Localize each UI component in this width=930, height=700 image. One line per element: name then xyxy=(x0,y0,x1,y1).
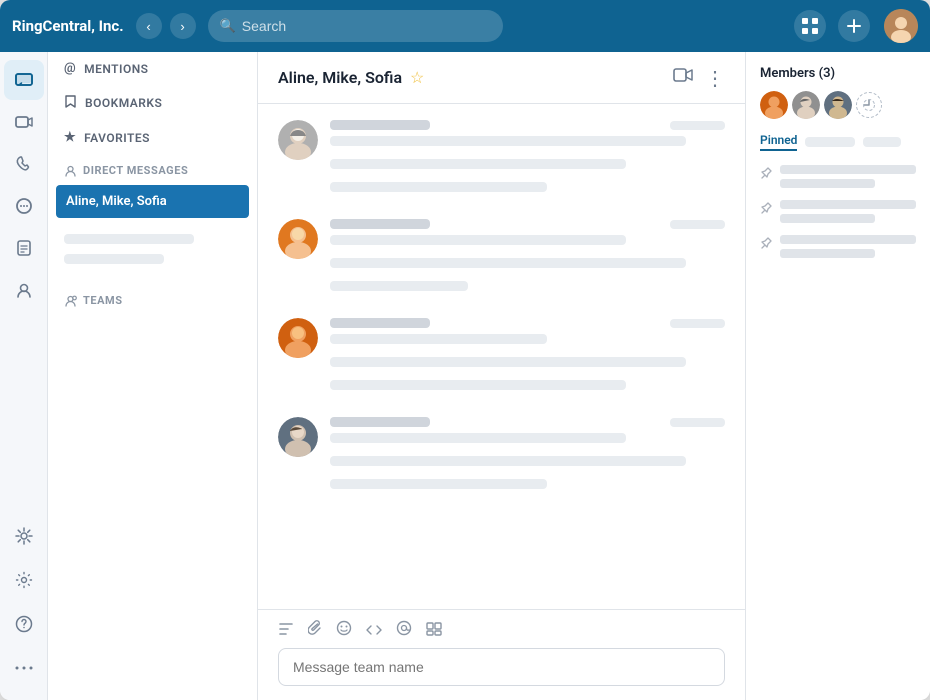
sidebar-icon-chat[interactable] xyxy=(4,186,44,226)
member-avatar-2[interactable] xyxy=(792,91,820,119)
pinned-item-1 xyxy=(760,165,916,188)
message-content-4 xyxy=(330,417,725,496)
msg-name-2 xyxy=(330,219,430,229)
sidebar-panel: @ MENTIONS BOOKMARKS ★ FAVORITES DIRECT … xyxy=(48,52,258,700)
sidebar-icon-help[interactable] xyxy=(4,604,44,644)
message-avatar-4 xyxy=(278,417,318,457)
msg-name-4 xyxy=(330,417,430,427)
format-icon[interactable] xyxy=(278,621,294,640)
add-member-button[interactable] xyxy=(856,92,882,118)
message-avatar-1 xyxy=(278,120,318,160)
sidebar-icon-tasks[interactable] xyxy=(4,228,44,268)
message-row xyxy=(278,219,725,298)
message-row xyxy=(278,120,725,199)
chat-header: Aline, Mike, Sofia ☆ ⋮ xyxy=(258,52,745,104)
app-header: RingCentral, Inc. ‹ › 🔍 xyxy=(0,0,930,52)
mention-icon[interactable] xyxy=(396,620,412,640)
active-dm-item[interactable]: Aline, Mike, Sofia xyxy=(56,185,249,218)
message-content-1 xyxy=(330,120,725,199)
favorites-icon: ★ xyxy=(64,130,76,145)
pinned-tab-2[interactable] xyxy=(805,137,855,147)
teams-header: TEAMS xyxy=(48,284,257,313)
apps-icon xyxy=(801,17,819,35)
pinned-lines-3 xyxy=(780,235,916,258)
app-body: @ MENTIONS BOOKMARKS ★ FAVORITES DIRECT … xyxy=(0,52,930,700)
chat-title: Aline, Mike, Sofia xyxy=(278,68,402,87)
composer-input[interactable] xyxy=(278,648,725,686)
composer xyxy=(258,609,745,700)
attach-icon[interactable] xyxy=(308,620,322,640)
main-chat: Aline, Mike, Sofia ☆ ⋮ xyxy=(258,52,745,700)
plus-icon xyxy=(846,18,862,34)
sidebar-icon-phone[interactable] xyxy=(4,144,44,184)
sidebar-icon-contacts[interactable] xyxy=(4,270,44,310)
more-tools-icon[interactable] xyxy=(426,621,442,640)
sidebar-icon-video[interactable] xyxy=(4,102,44,142)
pin-icon-3 xyxy=(760,237,772,254)
user-avatar[interactable] xyxy=(884,9,918,43)
sidebar-icon-settings[interactable] xyxy=(4,560,44,600)
message-content-3 xyxy=(330,318,725,397)
nav-forward-button[interactable]: › xyxy=(170,13,196,39)
msg-time-3 xyxy=(670,319,725,328)
apps-button[interactable] xyxy=(794,10,826,42)
star-icon[interactable]: ☆ xyxy=(410,68,424,87)
pin-icon-1 xyxy=(760,167,772,184)
sidebar-icons xyxy=(0,52,48,700)
members-avatars xyxy=(760,91,916,119)
message-row xyxy=(278,417,725,496)
pinned-lines-1 xyxy=(780,165,916,188)
search-icon: 🔍 xyxy=(220,19,236,34)
sidebar-icon-more[interactable] xyxy=(4,648,44,688)
sidebar-icon-messages[interactable] xyxy=(4,60,44,100)
members-header: Members (3) xyxy=(760,66,916,81)
messages-area xyxy=(258,104,745,609)
search-input[interactable] xyxy=(242,18,491,34)
bookmarks-item[interactable]: BOOKMARKS xyxy=(48,85,257,121)
app-logo: RingCentral, Inc. xyxy=(12,17,124,35)
favorites-item[interactable]: ★ FAVORITES xyxy=(48,121,257,154)
dm-placeholder-2 xyxy=(64,254,164,264)
pin-icon-2 xyxy=(760,202,772,219)
pinned-tabs: Pinned xyxy=(760,133,916,151)
message-content-2 xyxy=(330,219,725,298)
pinned-item-2 xyxy=(760,200,916,223)
msg-time-2 xyxy=(670,220,725,229)
sidebar-icon-integrations[interactable] xyxy=(4,516,44,556)
nav-back-button[interactable]: ‹ xyxy=(136,13,162,39)
member-avatar-3[interactable] xyxy=(824,91,852,119)
pinned-lines-2 xyxy=(780,200,916,223)
message-avatar-3 xyxy=(278,318,318,358)
video-icon[interactable] xyxy=(673,67,693,88)
msg-name-3 xyxy=(330,318,430,328)
code-icon[interactable] xyxy=(366,621,382,640)
more-options-icon[interactable]: ⋮ xyxy=(705,66,725,90)
composer-toolbar xyxy=(278,620,725,640)
mentions-icon: @ xyxy=(64,61,76,76)
pinned-item-3 xyxy=(760,235,916,258)
msg-time-4 xyxy=(670,418,725,427)
pinned-tab-3[interactable] xyxy=(863,137,901,147)
emoji-icon[interactable] xyxy=(336,620,352,640)
mentions-item[interactable]: @ MENTIONS xyxy=(48,52,257,85)
bookmarks-icon xyxy=(64,94,77,112)
pinned-tab-active[interactable]: Pinned xyxy=(760,133,797,151)
add-button[interactable] xyxy=(838,10,870,42)
msg-time-1 xyxy=(670,121,725,130)
direct-messages-header: DIRECT MESSAGES xyxy=(48,154,257,183)
search-bar[interactable]: 🔍 xyxy=(208,10,503,42)
message-row xyxy=(278,318,725,397)
member-avatar-1[interactable] xyxy=(760,91,788,119)
msg-name-1 xyxy=(330,120,430,130)
right-panel: Members (3) Pinned xyxy=(745,52,930,700)
dm-placeholder-1 xyxy=(64,234,194,244)
message-avatar-2 xyxy=(278,219,318,259)
